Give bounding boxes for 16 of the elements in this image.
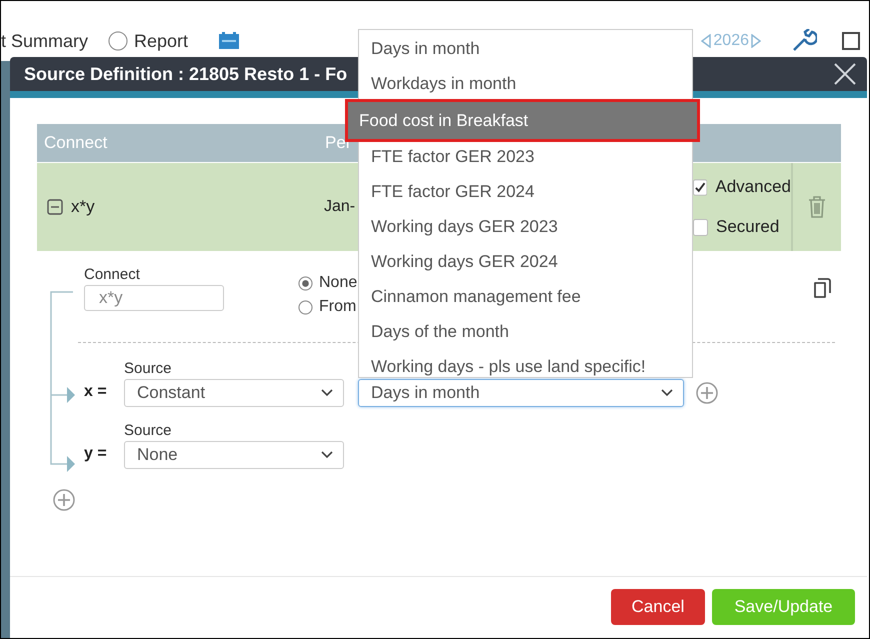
summary-label: t Summary: [1, 30, 88, 52]
dialog-title: Source Definition : 21805 Resto 1 - Fo: [24, 64, 348, 84]
radio-label: From: [319, 298, 356, 316]
column-header: Connect: [43, 133, 108, 153]
variable-label: y =: [84, 445, 108, 464]
field-label: Source: [124, 422, 173, 439]
checkbox-label: Secured: [716, 217, 780, 237]
formula-text: x*y: [71, 197, 95, 217]
report-label: Report: [134, 30, 188, 52]
checkbox-label: Advanced: [715, 177, 791, 197]
year-label: 2026: [713, 32, 749, 50]
field-label: Connect: [84, 266, 141, 283]
period-text: Jan-: [324, 198, 356, 216]
variable-label: x =: [84, 383, 108, 402]
radio-label: None: [319, 274, 358, 292]
field-label: Source: [124, 360, 173, 377]
